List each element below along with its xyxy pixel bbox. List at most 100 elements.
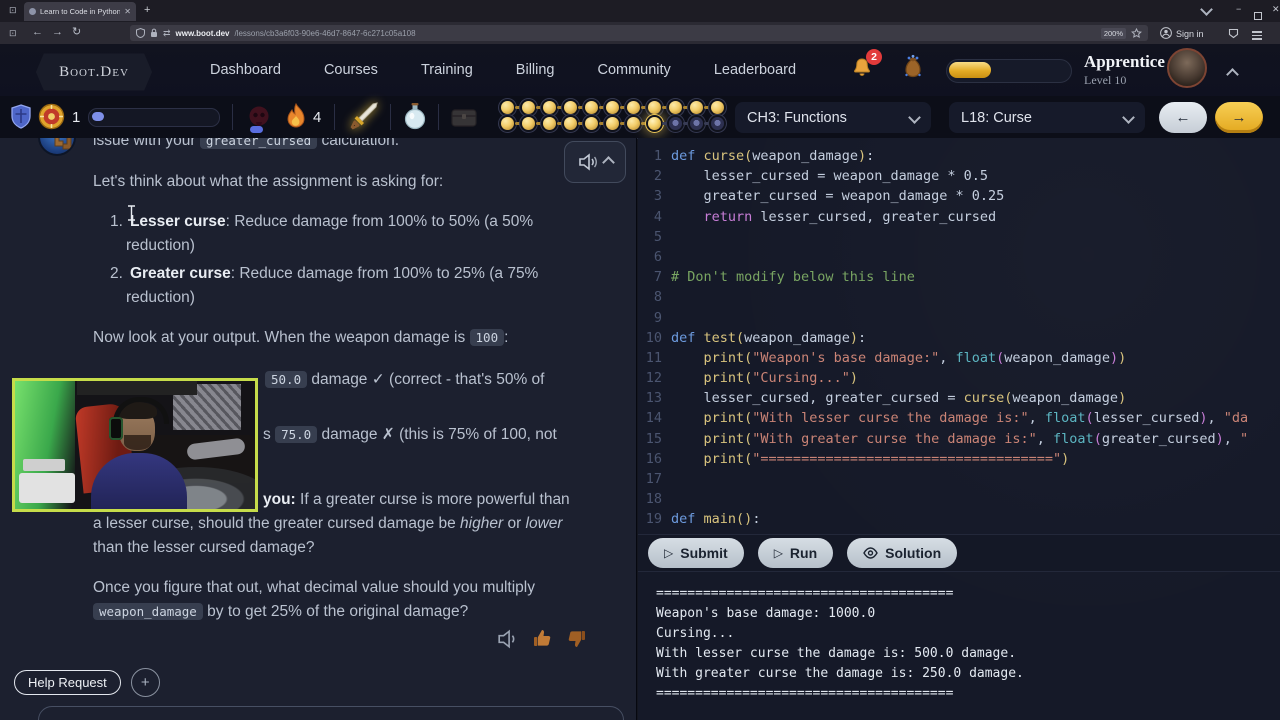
progress-dot-done[interactable] [501, 101, 514, 114]
next-lesson-button[interactable]: → [1215, 102, 1263, 133]
thumbs-up-icon[interactable] [532, 628, 553, 649]
progress-dot-done[interactable] [543, 117, 556, 130]
thumbs-down-icon[interactable] [566, 628, 587, 649]
audio-player[interactable] [564, 141, 626, 183]
nav-link-billing[interactable]: Billing [516, 62, 555, 78]
progress-dot-done[interactable] [711, 101, 724, 114]
armor-shield-icon[interactable] [10, 104, 32, 130]
progress-dot-done[interactable] [585, 117, 598, 130]
progress-dot-locked[interactable] [711, 117, 724, 130]
code-line[interactable]: 8 [638, 289, 1280, 309]
tracking-shield-icon[interactable] [136, 28, 145, 38]
lock-icon[interactable] [150, 28, 158, 38]
lesson-select[interactable]: L18: Curse [949, 102, 1145, 133]
chat-input[interactable] [38, 706, 624, 720]
run-button[interactable]: ▷ Run [757, 538, 834, 568]
save-to-pocket-icon[interactable] [1228, 28, 1239, 39]
forward-icon[interactable]: → [52, 27, 63, 38]
gem-coin-icon[interactable] [38, 103, 65, 130]
solution-button[interactable]: Solution [847, 538, 958, 568]
progress-dot-done[interactable] [627, 117, 640, 130]
divider [390, 104, 391, 130]
code-line[interactable]: 15 print("With greater curse the damage … [638, 431, 1280, 451]
progress-dot-locked[interactable] [669, 117, 682, 130]
sword-icon[interactable] [347, 100, 381, 134]
xp-progress-fill [949, 62, 991, 78]
code-line[interactable]: 5 [638, 229, 1280, 249]
loot-bag-icon[interactable] [898, 52, 928, 82]
submit-button[interactable]: ▷ Submit [648, 538, 744, 568]
nav-link-leaderboard[interactable]: Leaderboard [714, 62, 796, 78]
code-line[interactable]: 11 print("Weapon's base damage:", float(… [638, 350, 1280, 370]
progress-dot-done[interactable] [627, 101, 640, 114]
progress-dot-done[interactable] [522, 101, 535, 114]
streak-flame-icon[interactable] [282, 102, 310, 132]
menu-icon[interactable] [1252, 29, 1262, 42]
tool-icon[interactable]: ⊡ [9, 28, 17, 39]
progress-dot-done[interactable] [543, 101, 556, 114]
sign-in-button[interactable]: Sign in [1176, 29, 1204, 39]
code-line[interactable]: 6 [638, 249, 1280, 269]
translate-icon[interactable]: ⇄ [163, 28, 171, 39]
code-line[interactable]: 18 [638, 491, 1280, 511]
sidebar-toggle-icon[interactable]: ⊡ [9, 5, 17, 16]
chapter-select[interactable]: CH3: Functions [735, 102, 931, 133]
progress-dot-done[interactable] [606, 117, 619, 130]
chest-icon[interactable] [450, 105, 478, 129]
bootdev-logo[interactable]: Boot.Dev [35, 53, 153, 91]
progress-dot-done[interactable] [501, 117, 514, 130]
progress-dot-done[interactable] [585, 101, 598, 114]
reload-icon[interactable]: ↻ [72, 27, 81, 38]
progress-dot-done[interactable] [669, 101, 682, 114]
tab-close-icon[interactable]: ✕ [124, 7, 131, 16]
code-editor[interactable]: 1 def curse(weapon_damage): 2 lesser_curse… [638, 148, 1280, 532]
speaker-icon[interactable] [497, 629, 519, 649]
progress-dot-done[interactable] [648, 101, 661, 114]
zoom-level-badge[interactable]: 200% [1100, 27, 1126, 39]
prev-lesson-button[interactable]: ← [1159, 102, 1207, 133]
code-line[interactable]: 9 [638, 310, 1280, 330]
window-close-icon[interactable]: ✕ [1272, 4, 1280, 15]
code-line[interactable]: 1 def curse(weapon_damage): [638, 148, 1280, 168]
rank-block[interactable]: Apprentice Level 10 [1084, 52, 1165, 88]
add-button[interactable]: + [130, 668, 160, 697]
list-tabs-icon[interactable] [1200, 3, 1213, 16]
dot-connector [683, 106, 689, 109]
code-line[interactable]: 7 # Don't modify below this line [638, 269, 1280, 289]
user-avatar[interactable] [1167, 48, 1207, 88]
help-request-button[interactable]: Help Request [14, 670, 121, 695]
nav-link-courses[interactable]: Courses [324, 62, 378, 78]
progress-dot-done[interactable] [564, 101, 577, 114]
potion-icon[interactable] [402, 102, 428, 132]
progress-dot-done[interactable] [690, 101, 703, 114]
progress-dot-done[interactable] [564, 117, 577, 130]
code-line[interactable]: 4 return lesser_cursed, greater_cursed [638, 209, 1280, 229]
progress-dot-current[interactable] [648, 117, 661, 130]
chevron-up-icon[interactable] [1226, 66, 1239, 84]
line-number: 6 [653, 248, 662, 265]
nav-link-community[interactable]: Community [597, 62, 670, 78]
url-bar[interactable]: ⇄ www.boot.dev /lessons/cb3a6f03-90e6-46… [130, 25, 1148, 41]
code-line[interactable]: 10 def test(weapon_damage): [638, 330, 1280, 350]
code-line[interactable]: 3 greater_cursed = weapon_damage * 0.25 [638, 188, 1280, 208]
progress-dot-locked[interactable] [690, 117, 703, 130]
progress-dot-done[interactable] [606, 101, 619, 114]
browser-tab[interactable]: Learn to Code in Python: C ✕ [24, 2, 136, 21]
code-line[interactable]: 17 [638, 471, 1280, 491]
code-line[interactable]: 13 lesser_cursed, greater_cursed = curse… [638, 390, 1280, 410]
progress-dot-done[interactable] [522, 117, 535, 130]
new-tab-button[interactable]: + [144, 4, 150, 16]
line-number: 1 [653, 148, 662, 164]
account-icon[interactable] [1160, 27, 1172, 39]
code-line[interactable]: 16 print("==============================… [638, 451, 1280, 471]
minimize-icon[interactable]: − [1236, 4, 1241, 14]
nav-link-training[interactable]: Training [421, 62, 473, 78]
code-line[interactable]: 14 print("With lesser curse the damage i… [638, 410, 1280, 430]
code-line[interactable]: 2 lesser_cursed = weapon_damage * 0.5 [638, 168, 1280, 188]
nav-link-dashboard[interactable]: Dashboard [210, 62, 281, 78]
code-line[interactable]: 19 def main(): [638, 511, 1280, 531]
back-icon[interactable]: ← [32, 27, 43, 38]
code-line[interactable]: 12 print("Cursing...") [638, 370, 1280, 390]
lesson-fragment: you: If a greater curse is more powerful… [263, 491, 570, 508]
bookmark-star-icon[interactable] [1131, 27, 1142, 39]
